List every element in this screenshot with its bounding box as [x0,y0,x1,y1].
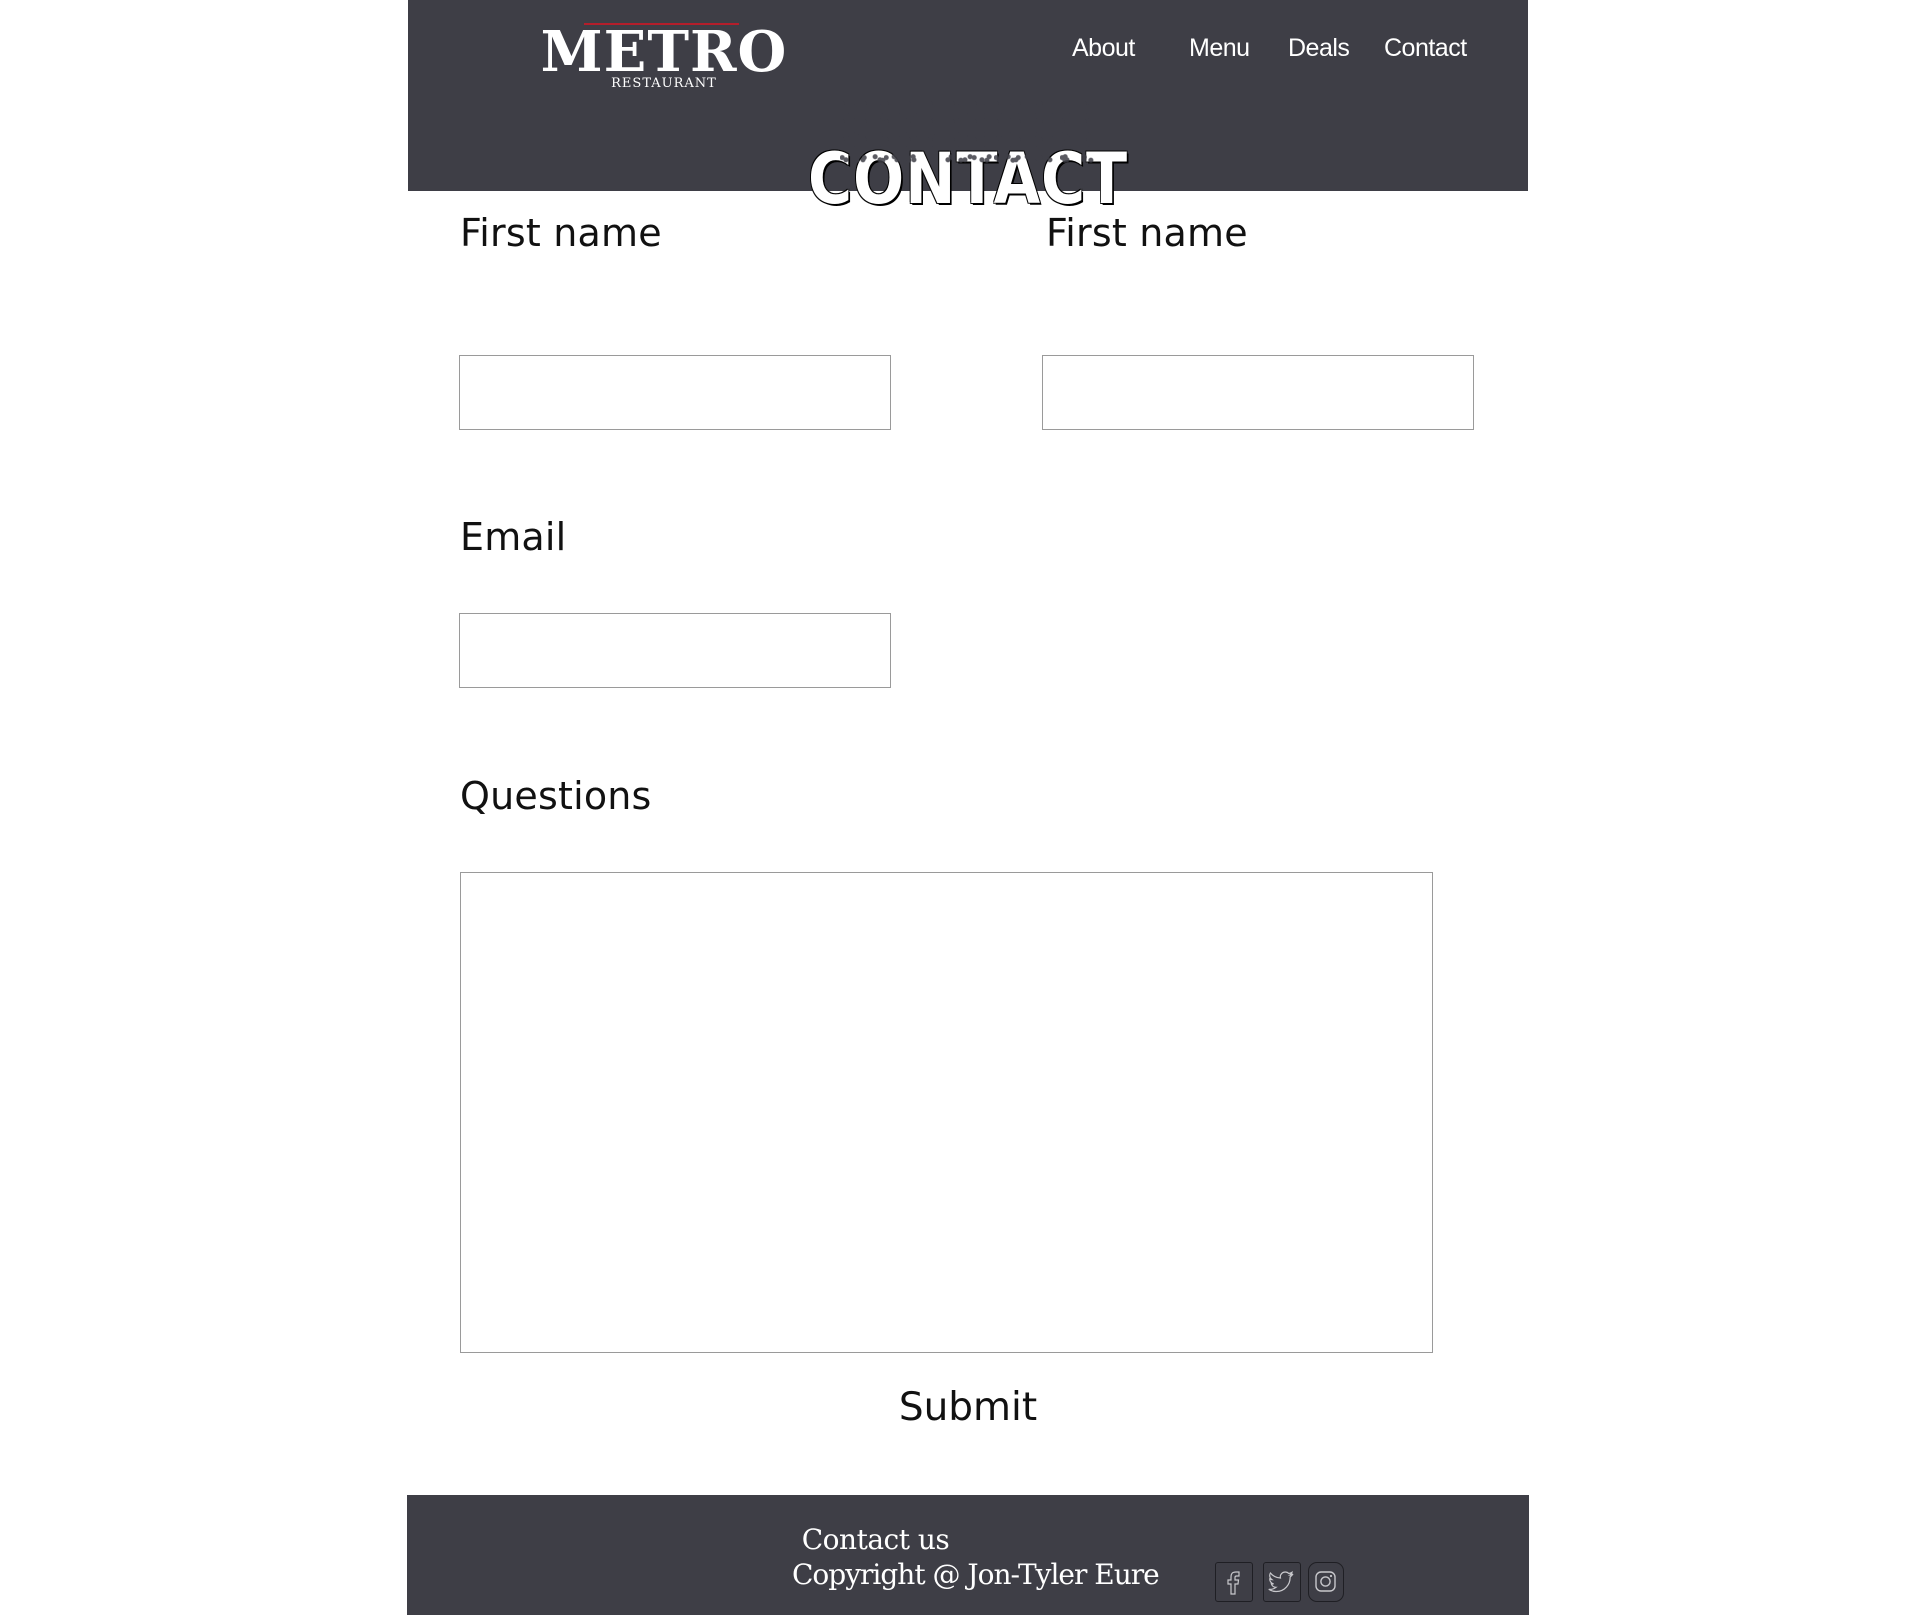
questions-textarea[interactable] [460,872,1433,1353]
nav-about-link[interactable]: About [1072,30,1135,66]
email-input[interactable] [459,613,891,688]
logo-tagline: RESTAURANT [611,76,717,91]
page: METRO RESTAURANT About Menu Deals Contac… [407,0,1529,1615]
main-nav: About Menu Deals Contact [408,30,1528,66]
second-first-name-input[interactable] [1042,355,1474,430]
nav-contact-link[interactable]: Contact [1384,30,1467,66]
submit-button[interactable]: Submit [858,1380,1078,1436]
page-title: CONTACT [807,137,1128,220]
instagram-icon[interactable] [1308,1562,1344,1602]
footer-contact-link[interactable]: Contact us [407,1523,1344,1557]
footer-copyright: Copyright @ Jon-Tyler Eure [792,1558,1160,1591]
first-name-label: First name [460,211,662,255]
nav-menu-link[interactable]: Menu [1189,30,1250,66]
twitter-icon[interactable] [1263,1562,1301,1602]
facebook-icon[interactable] [1215,1562,1253,1602]
site-footer: Contact us Copyright @ Jon-Tyler Eure [407,1495,1529,1615]
nav-deals-link[interactable]: Deals [1288,30,1350,66]
questions-label: Questions [460,774,652,818]
first-name-input[interactable] [459,355,891,430]
site-header: METRO RESTAURANT About Menu Deals Contac… [408,0,1528,219]
second-first-name-label: First name [1046,211,1248,255]
email-label: Email [460,515,567,559]
